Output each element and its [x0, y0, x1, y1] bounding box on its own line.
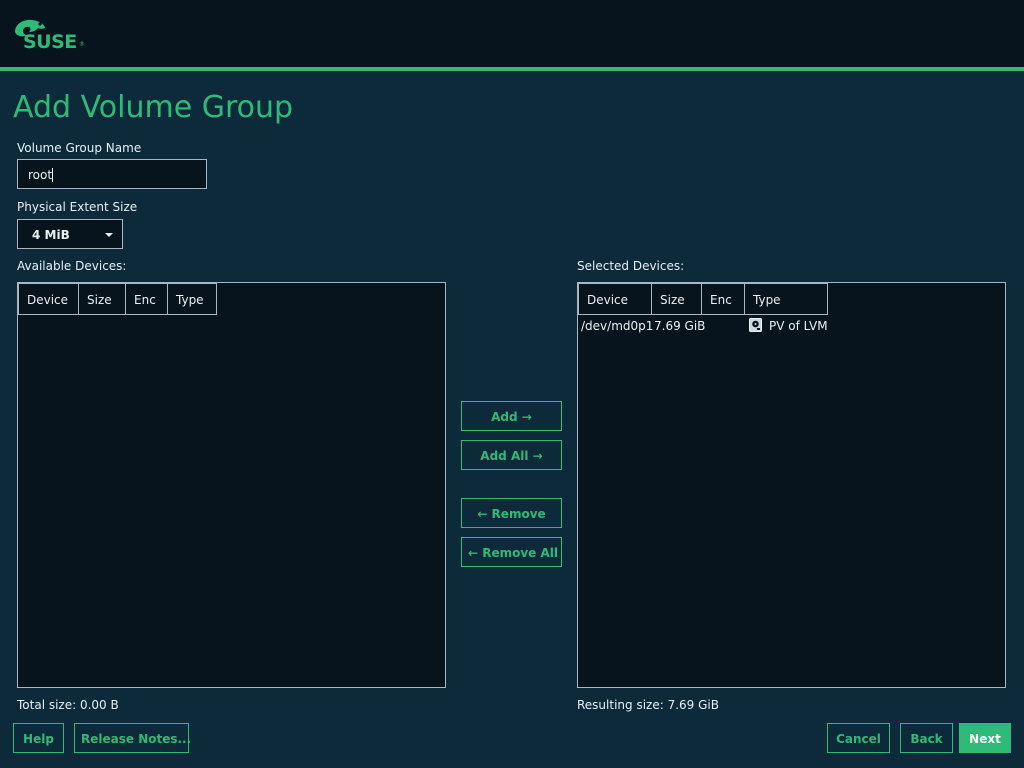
- row-size: 7.69 GiB: [654, 319, 706, 333]
- page-title: Add Volume Group: [13, 90, 294, 125]
- header-bar: SUSE ®: [0, 0, 1024, 67]
- column-header-enc[interactable]: Enc: [125, 283, 168, 315]
- suse-logo: SUSE ®: [13, 18, 93, 58]
- column-header-device[interactable]: Device: [578, 283, 652, 315]
- row-device: /dev/md0p1: [581, 319, 654, 333]
- selected-devices-table[interactable]: Device Size Enc Type /dev/md0p1 7.69 GiB…: [577, 282, 1006, 688]
- extent-size-value: 4 MiB: [32, 228, 70, 242]
- logo-wordmark: SUSE: [23, 31, 77, 53]
- vg-name-input[interactable]: root: [17, 159, 207, 189]
- extent-size-label: Physical Extent Size: [17, 200, 138, 214]
- resulting-size-label: Resulting size: 7.69 GiB: [577, 698, 719, 712]
- column-header-enc[interactable]: Enc: [701, 283, 745, 315]
- help-button[interactable]: Help: [13, 723, 64, 753]
- column-header-size[interactable]: Size: [651, 283, 702, 315]
- column-header-type[interactable]: Type: [744, 283, 828, 315]
- row-type: PV of LVM: [769, 319, 828, 333]
- dropdown-arrow-icon: [105, 233, 113, 237]
- column-header-type[interactable]: Type: [167, 283, 217, 315]
- column-header-size[interactable]: Size: [78, 283, 126, 315]
- vg-name-value: root: [28, 168, 53, 182]
- cancel-button[interactable]: Cancel: [827, 723, 890, 753]
- header-accent-line: [0, 67, 1024, 71]
- add-button[interactable]: Add →: [461, 401, 562, 431]
- column-header-device[interactable]: Device: [18, 283, 79, 315]
- available-devices-table[interactable]: Device Size Enc Type: [17, 282, 446, 688]
- release-notes-button[interactable]: Release Notes...: [74, 723, 191, 753]
- total-size-label: Total size: 0.00 B: [17, 698, 119, 712]
- remove-button[interactable]: ← Remove: [461, 498, 562, 528]
- table-row[interactable]: /dev/md0p1 7.69 GiB PV of LVM: [578, 315, 1005, 337]
- remove-all-button[interactable]: ← Remove All: [461, 537, 562, 567]
- back-button[interactable]: Back: [900, 723, 953, 753]
- harddisk-icon: [749, 318, 762, 332]
- text-caret: [52, 168, 54, 182]
- selected-devices-label: Selected Devices:: [577, 259, 685, 273]
- available-devices-label: Available Devices:: [17, 259, 127, 273]
- add-all-button[interactable]: Add All →: [461, 440, 562, 470]
- vg-name-label: Volume Group Name: [17, 141, 142, 155]
- registered-mark: ®: [79, 41, 85, 48]
- extent-size-select[interactable]: 4 MiB: [17, 219, 123, 249]
- next-button[interactable]: Next: [959, 723, 1011, 753]
